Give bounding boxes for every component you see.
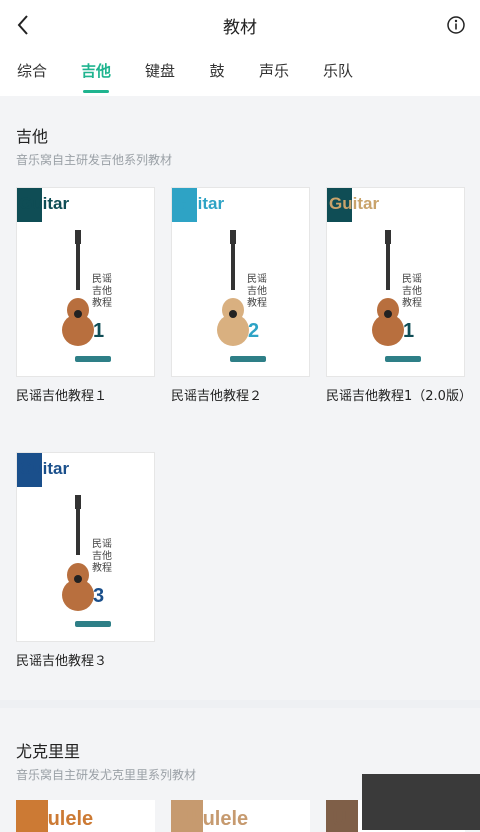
tab-guitar[interactable]: 吉他 <box>80 60 112 81</box>
publisher-logo <box>75 356 111 362</box>
cover-number: 3 <box>93 585 105 607</box>
cover-word: Guitar <box>174 194 225 213</box>
cover-cn: 民谣吉他教程 <box>92 539 112 574</box>
section-title: 尤克里里 <box>16 742 81 761</box>
section-title: 吉他 <box>16 127 49 146</box>
book-cover[interactable]: Ukulele <box>171 800 310 832</box>
category-tabs: 综合 吉他 键盘 鼓 声乐 乐队 <box>0 50 480 96</box>
guitar-image <box>62 230 94 346</box>
book-title[interactable]: 民谣吉他教程２ <box>171 389 311 405</box>
cover-number: 1 <box>403 320 415 342</box>
publisher-logo <box>230 356 266 362</box>
section-subtitle: 音乐窝自主研发尤克里里系列教材 <box>16 768 197 782</box>
guitar-image <box>217 230 249 346</box>
cover-cn: 民谣吉他教程 <box>92 274 112 309</box>
tab-vocal[interactable]: 声乐 <box>258 60 290 81</box>
book-cover[interactable]: Ukulele <box>16 800 155 832</box>
book-cover[interactable]: Guitar 民谣吉他教程 1 <box>16 187 155 377</box>
book-title[interactable]: 民谣吉他教程1（2.0版） <box>326 389 472 405</box>
book-cover[interactable]: Guitar 民谣吉他教程 1 <box>326 187 465 377</box>
book-cover[interactable]: Guitar 民谣吉他教程 3 <box>16 452 155 642</box>
cover-word: Guitar <box>329 194 380 213</box>
tab-band[interactable]: 乐队 <box>322 60 354 81</box>
book-cover[interactable]: Guitar 民谣吉他教程 2 <box>171 187 310 377</box>
cover-number: 2 <box>248 320 260 342</box>
guitar-section: 吉他 音乐窝自主研发吉他系列教材 Guitar 民谣吉他教程 1 民谣吉他教程１… <box>0 96 480 700</box>
cover-word: Guitar <box>19 194 70 213</box>
cover-cn: 民谣吉他教程 <box>247 274 267 309</box>
back-arrow-icon[interactable] <box>14 13 34 37</box>
guitar-image <box>372 230 404 346</box>
overlay-thumbnail <box>362 774 480 830</box>
cover-number: 1 <box>93 320 105 342</box>
cover-cn: 民谣吉他教程 <box>402 274 422 309</box>
cover-word: Ukulele <box>177 808 249 830</box>
cover-word: U <box>332 808 347 830</box>
book-title[interactable]: 民谣吉他教程３ <box>16 654 156 670</box>
info-icon[interactable] <box>446 15 466 35</box>
section-divider <box>0 700 480 708</box>
publisher-logo <box>385 356 421 362</box>
section-subtitle: 音乐窝自主研发吉他系列教材 <box>16 153 173 167</box>
book-title[interactable]: 民谣吉他教程１ <box>16 389 156 405</box>
tab-general[interactable]: 综合 <box>16 60 48 81</box>
guitar-image <box>62 495 94 611</box>
page-title: 教材 <box>223 17 257 38</box>
top-bar: 教材 <box>0 0 480 50</box>
cover-word: Ukulele <box>22 808 94 830</box>
publisher-logo <box>75 621 111 627</box>
cover-word: Guitar <box>19 459 70 478</box>
tab-keyboard[interactable]: 键盘 <box>144 60 176 81</box>
tab-drums[interactable]: 鼓 <box>207 60 227 81</box>
